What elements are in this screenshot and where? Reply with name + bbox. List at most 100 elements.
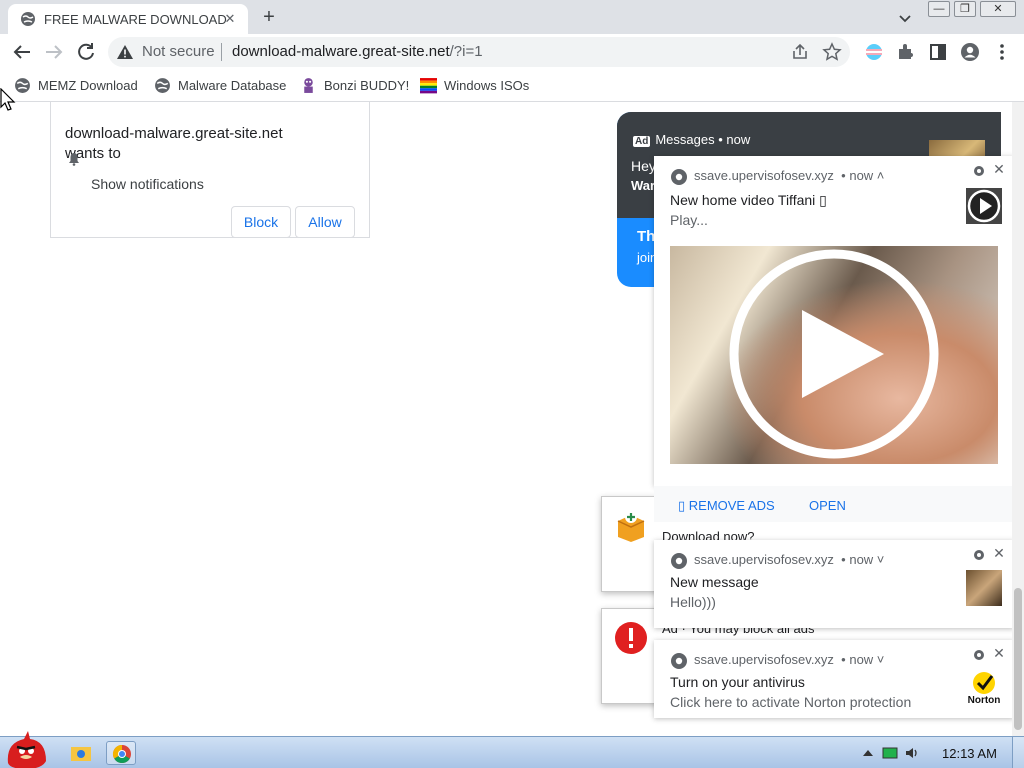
- notification-time[interactable]: • now ˅: [841, 652, 884, 667]
- back-icon[interactable]: [10, 40, 34, 64]
- globe-icon: [155, 78, 170, 93]
- notification-title: New message: [670, 574, 759, 590]
- bookmark-label: Bonzi BUDDY!: [324, 78, 410, 93]
- warning-icon[interactable]: [116, 44, 134, 60]
- reload-icon[interactable]: [74, 40, 98, 64]
- notification-image[interactable]: [670, 246, 998, 464]
- allow-button[interactable]: Allow: [295, 206, 355, 238]
- battery-icon[interactable]: [882, 745, 898, 761]
- bookmark-label: Windows ISOs: [444, 78, 530, 93]
- ad-badge: Ad: [633, 136, 651, 147]
- tray-chevron-up-icon[interactable]: [860, 745, 876, 761]
- ad-line-2: War: [631, 178, 656, 193]
- notification-time[interactable]: • now ˅: [841, 552, 884, 567]
- close-icon[interactable]: ✕: [992, 546, 1006, 560]
- notification-thumbnail: [966, 570, 1002, 606]
- notification-permission-prompt: download-malware.great-site.net wants to…: [50, 102, 370, 238]
- play-icon: [729, 249, 939, 459]
- url-host: download-malware.great-site.net: [232, 43, 450, 60]
- play-icon: [967, 189, 1001, 223]
- chrome-icon: [112, 745, 131, 764]
- omnibox-separator: [221, 43, 222, 61]
- close-icon[interactable]: ✕: [992, 162, 1006, 176]
- ad-label: Ad Messages • now: [633, 132, 750, 147]
- ad-source: Messages • now: [655, 132, 751, 147]
- gear-icon[interactable]: [972, 164, 986, 178]
- tab-title: FREE MALWARE DOWNLOAD: [44, 12, 227, 27]
- globe-icon: [21, 12, 35, 26]
- globe-icon: [15, 78, 30, 93]
- notification-source: ssave.upervisofosev.xyz • now ˄: [694, 168, 884, 183]
- taskbar: 12:13 AM: [0, 731, 1024, 768]
- notification-antivirus[interactable]: ssave.upervisofosev.xyz • now ˅ ✕ Turn o…: [654, 640, 1014, 718]
- bell-icon: [69, 153, 79, 166]
- side-panel-icon[interactable]: [928, 42, 948, 62]
- extensions-puzzle-icon[interactable]: [896, 42, 916, 62]
- extension-flag-icon[interactable]: [864, 42, 884, 62]
- gear-icon[interactable]: [972, 648, 986, 662]
- norton-logo: Norton: [966, 670, 1002, 706]
- ad-line-1: Hey: [631, 158, 656, 174]
- taskbar-clock[interactable]: 12:13 AM: [942, 746, 997, 761]
- notification-video[interactable]: ssave.upervisofosev.xyz • now ˄ ✕ New ho…: [654, 156, 1014, 522]
- chrome-icon: [671, 169, 687, 185]
- browser-window: FREE MALWARE DOWNLOAD ✕ + — ❐ ✕ Not secu…: [0, 0, 1024, 768]
- bookmarks-bar: MEMZ Download Malware Database Bonzi BUD…: [0, 70, 1024, 102]
- volume-icon[interactable]: [904, 745, 920, 761]
- page-scrollbar[interactable]: [1012, 102, 1024, 736]
- bookmark-label: MEMZ Download: [38, 78, 138, 93]
- notification-title: New home video Tiffani ▯: [670, 192, 827, 208]
- chrome-icon: [671, 653, 687, 669]
- restore-button[interactable]: ❐: [954, 1, 976, 17]
- mouse-cursor-icon: [0, 88, 16, 111]
- prompt-request: Show notifications: [91, 176, 204, 192]
- ad-line-3: Th: [637, 228, 656, 245]
- explorer-folder-icon[interactable]: [66, 741, 96, 765]
- notification-source: ssave.upervisofosev.xyz • now ˅: [694, 552, 884, 567]
- source-domain: ssave.upervisofosev.xyz: [694, 168, 834, 183]
- notification-message: Play...: [670, 212, 708, 228]
- new-tab-button[interactable]: +: [258, 7, 280, 29]
- tab-strip: FREE MALWARE DOWNLOAD ✕ + — ❐ ✕: [0, 0, 1024, 34]
- bookmark-star-icon[interactable]: [822, 42, 842, 62]
- show-desktop-button[interactable]: [1012, 737, 1024, 768]
- share-icon[interactable]: [790, 42, 810, 62]
- notification-time[interactable]: • now ˄: [841, 168, 884, 183]
- close-window-button[interactable]: ✕: [980, 1, 1016, 17]
- tab-active[interactable]: FREE MALWARE DOWNLOAD ✕: [8, 4, 248, 34]
- prompt-site-name: download-malware.great-site.net: [65, 125, 283, 142]
- url-text[interactable]: download-malware.great-site.net/?i=1: [232, 43, 483, 60]
- bookmark-label: Malware Database: [178, 78, 287, 93]
- prompt-wants-to: wants to: [65, 145, 121, 162]
- forward-icon[interactable]: [42, 40, 66, 64]
- notification-message-text: Hello))): [670, 594, 716, 610]
- error-icon: [615, 622, 647, 654]
- notification-source: ssave.upervisofosev.xyz • now ˅: [694, 652, 884, 667]
- notification-message[interactable]: ssave.upervisofosev.xyz • now ˅ ✕ New me…: [654, 540, 1014, 628]
- chevron-down-icon[interactable]: [896, 9, 914, 27]
- chrome-icon: [671, 553, 687, 569]
- chrome-taskbar-button[interactable]: [106, 741, 136, 765]
- minimize-button[interactable]: —: [928, 1, 950, 17]
- tab-close-icon[interactable]: ✕: [220, 9, 240, 29]
- source-domain: ssave.upervisofosev.xyz: [694, 552, 834, 567]
- bonzi-icon: [304, 78, 313, 93]
- url-path: /?i=1: [449, 43, 483, 60]
- address-bar[interactable]: Not secure download-malware.great-site.n…: [108, 37, 850, 67]
- notification-title: Turn on your antivirus: [670, 674, 805, 690]
- kebab-menu-icon[interactable]: [992, 42, 1012, 62]
- close-icon[interactable]: ✕: [992, 646, 1006, 660]
- angry-bird-start-icon[interactable]: [2, 729, 50, 768]
- security-label[interactable]: Not secure: [142, 43, 215, 60]
- package-icon: [617, 511, 645, 542]
- toolbar: Not secure download-malware.great-site.n…: [0, 34, 1024, 70]
- remove-ads-button[interactable]: ▯ REMOVE ADS: [678, 498, 775, 514]
- source-domain: ssave.upervisofosev.xyz: [694, 652, 834, 667]
- block-button[interactable]: Block: [231, 206, 291, 238]
- scrollbar-thumb[interactable]: [1014, 588, 1022, 730]
- notification-actions: ▯ REMOVE ADS OPEN: [654, 486, 1014, 522]
- open-button[interactable]: OPEN: [809, 498, 846, 513]
- gear-icon[interactable]: [972, 548, 986, 562]
- profile-avatar-icon[interactable]: [960, 42, 980, 62]
- notification-thumbnail: [966, 188, 1002, 224]
